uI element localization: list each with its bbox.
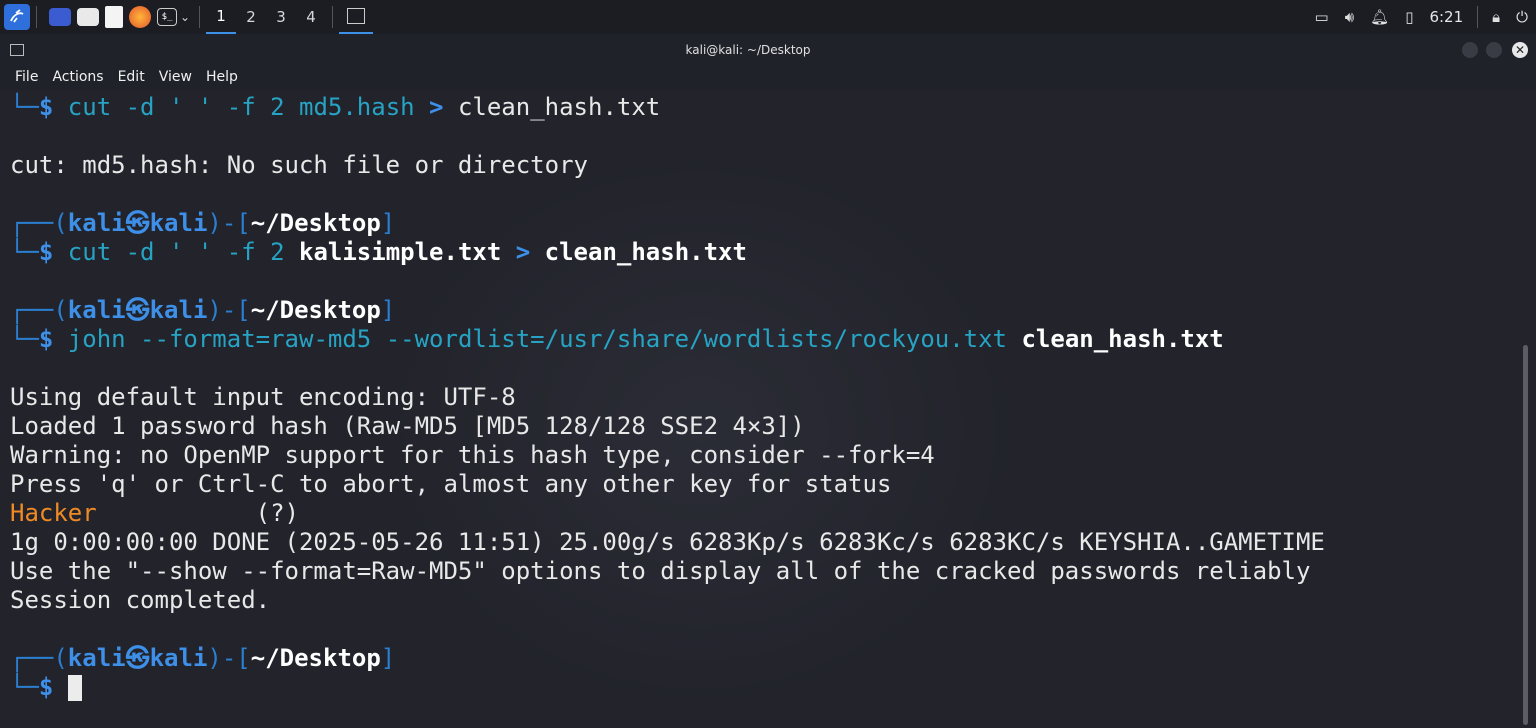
taskbar-terminal-button[interactable] bbox=[339, 0, 373, 34]
prompt-line: ┌──(kali㉿kali)-[~/Desktop] bbox=[10, 209, 396, 237]
clock[interactable]: 6:21 bbox=[1429, 8, 1463, 26]
prompt-line: ┌──(kali㉿kali)-[~/Desktop] bbox=[10, 644, 396, 672]
workspace-2[interactable]: 2 bbox=[236, 0, 266, 34]
workspace-3[interactable]: 3 bbox=[266, 0, 296, 34]
system-tray: ▭ 🔊︎ 🔔︎ ▯ 6:21 🔒︎ ⏻ bbox=[1307, 0, 1536, 34]
window-title: kali@kali: ~/Desktop bbox=[685, 43, 811, 57]
display-icon[interactable]: ▭ bbox=[1315, 8, 1329, 26]
terminal-icon bbox=[347, 8, 365, 24]
output-line: 1g 0:00:00:00 DONE (2025-05-26 11:51) 25… bbox=[10, 528, 1325, 556]
chevron-down-icon[interactable]: ⌄ bbox=[177, 0, 193, 34]
power-icon[interactable]: ⏻ bbox=[1516, 8, 1528, 26]
kali-menu-icon[interactable] bbox=[4, 4, 30, 30]
workspace-1[interactable]: 1 bbox=[206, 0, 236, 34]
command-line: └─$ cut -d ' ' -f 2 kalisimple.txt > cle… bbox=[10, 238, 747, 266]
notification-bell-icon[interactable]: 🔔︎ bbox=[1370, 8, 1389, 26]
terminal-icon[interactable]: $_ bbox=[157, 8, 177, 26]
command-line: └─$ cut -d ' ' -f 2 md5.hash > clean_has… bbox=[10, 93, 661, 121]
show-desktop-icon[interactable] bbox=[49, 8, 71, 26]
output-line: Session completed. bbox=[10, 586, 271, 614]
maximize-button[interactable] bbox=[1486, 42, 1502, 58]
error-line: cut: md5.hash: No such file or directory bbox=[10, 151, 588, 179]
output-line: Loaded 1 password hash (Raw-MD5 [MD5 128… bbox=[10, 412, 805, 440]
file-manager-icon[interactable] bbox=[77, 8, 99, 26]
workspace-4[interactable]: 4 bbox=[296, 0, 326, 34]
command-line: └─$ john --format=raw-md5 --wordlist=/us… bbox=[10, 325, 1224, 353]
output-line: Using default input encoding: UTF-8 bbox=[10, 383, 516, 411]
menu-bar: File Actions Edit View Help bbox=[0, 64, 1536, 90]
battery-icon[interactable]: ▯ bbox=[1405, 8, 1413, 26]
output-line: Press 'q' or Ctrl-C to abort, almost any… bbox=[10, 470, 892, 498]
output-line: Warning: no OpenMP support for this hash… bbox=[10, 441, 935, 469]
panel-separator bbox=[1477, 6, 1479, 28]
menu-edit[interactable]: Edit bbox=[111, 69, 152, 85]
output-line: Use the "--show --format=Raw-MD5" option… bbox=[10, 557, 1311, 585]
terminal-output[interactable]: └─$ cut -d ' ' -f 2 md5.hash > clean_has… bbox=[0, 90, 1536, 728]
prompt-line: ┌──(kali㉿kali)-[~/Desktop] bbox=[10, 296, 396, 324]
volume-icon[interactable]: 🔊︎ bbox=[1345, 8, 1354, 26]
menu-view[interactable]: View bbox=[152, 69, 199, 85]
firefox-icon[interactable] bbox=[129, 6, 151, 28]
text-editor-icon[interactable] bbox=[105, 6, 123, 28]
lock-icon[interactable]: 🔒︎ bbox=[1492, 8, 1500, 26]
close-button[interactable]: ✕ bbox=[1512, 42, 1528, 58]
panel-separator bbox=[199, 6, 200, 28]
command-line[interactable]: └─$ bbox=[10, 673, 82, 702]
menu-help[interactable]: Help bbox=[199, 69, 245, 85]
menu-file[interactable]: File bbox=[8, 69, 45, 85]
cracked-password: Hacker bbox=[10, 499, 97, 527]
menu-actions[interactable]: Actions bbox=[45, 69, 110, 85]
minimize-button[interactable] bbox=[1462, 42, 1478, 58]
top-panel: $_ ⌄ 1 2 3 4 ▭ 🔊︎ 🔔︎ ▯ 6:21 🔒︎ ⏻ bbox=[0, 0, 1536, 34]
window-titlebar[interactable]: kali@kali: ~/Desktop ✕ bbox=[0, 34, 1536, 66]
text-cursor bbox=[67, 675, 82, 701]
panel-separator bbox=[332, 6, 333, 28]
cracked-password-line: Hacker (?) bbox=[10, 499, 299, 527]
scrollbar[interactable] bbox=[1523, 345, 1528, 725]
panel-separator bbox=[36, 6, 37, 28]
